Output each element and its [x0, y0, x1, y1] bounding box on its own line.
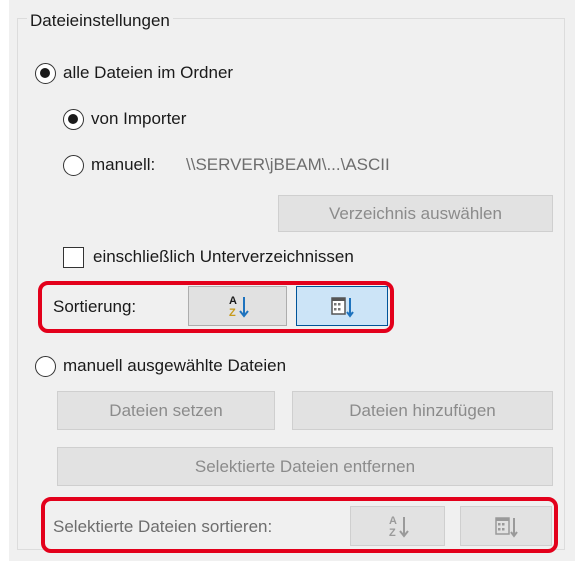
remove-selected-files-button[interactable]: Selektierte Dateien entfernen [57, 447, 553, 486]
all-files-label[interactable]: alle Dateien im Ordner [63, 62, 233, 84]
sort-selected-date-button[interactable] [460, 506, 552, 546]
sort-selected-label: Selektierte Dateien sortieren: [53, 517, 273, 536]
sort-az-icon: A Z [389, 515, 409, 539]
sort-selected-az-button[interactable]: A Z [350, 506, 445, 546]
svg-text:Z: Z [229, 307, 236, 319]
radio-selected-dot [68, 114, 78, 124]
from-importer-label[interactable]: von Importer [91, 108, 186, 130]
sort-az-button[interactable]: A Z [188, 286, 287, 326]
sorting-label: Sortierung: [53, 297, 137, 316]
sort-date-button[interactable] [296, 286, 388, 326]
choose-directory-button[interactable]: Verzeichnis auswählen [278, 195, 553, 232]
set-files-button[interactable]: Dateien setzen [57, 391, 275, 430]
sort-date-icon [495, 517, 518, 538]
all-files-radio[interactable] [35, 63, 56, 84]
svg-text:Z: Z [389, 527, 396, 539]
svg-text:A: A [389, 515, 397, 527]
window: Dateieinstellungen alle Dateien im Ordne… [0, 0, 575, 561]
from-importer-radio[interactable] [63, 109, 84, 130]
radio-selected-dot [40, 68, 50, 78]
manual-files-radio[interactable] [35, 356, 56, 377]
include-subdirectories-label[interactable]: einschließlich Unterverzeichnissen [93, 246, 354, 268]
include-subdirectories-checkbox[interactable] [63, 247, 84, 268]
manual-path-radio[interactable] [63, 155, 84, 176]
manual-files-label[interactable]: manuell ausgewählte Dateien [63, 355, 286, 377]
manual-path-label[interactable]: manuell: [91, 154, 155, 176]
sort-date-icon [331, 297, 354, 318]
svg-text:A: A [229, 295, 237, 307]
group-title: Dateieinstellungen [27, 11, 173, 31]
manual-path-value: \\SERVER\jBEAM\...\ASCII [186, 155, 390, 174]
add-files-button[interactable]: Dateien hinzufügen [292, 391, 553, 430]
sort-az-icon: A Z [229, 295, 249, 319]
